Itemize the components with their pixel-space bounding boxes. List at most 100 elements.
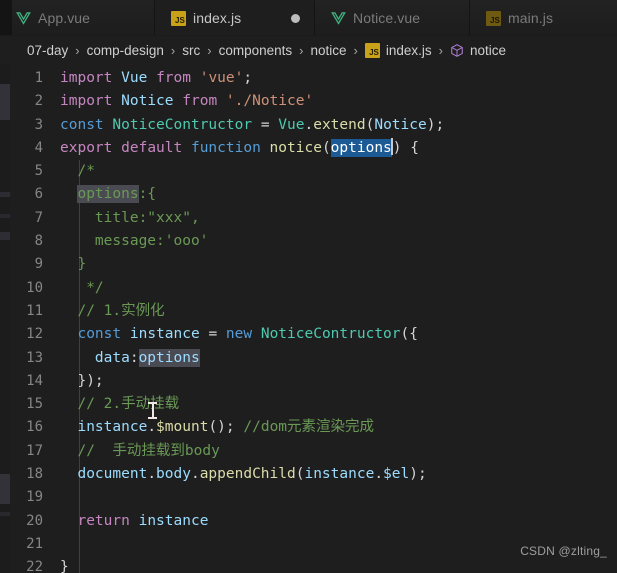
code-line[interactable]: 18 document.body.appendChild(instance.$e… xyxy=(10,463,617,486)
tab-main-js[interactable]: JS main.js xyxy=(470,0,617,35)
breadcrumb-label: notice xyxy=(470,42,507,58)
breadcrumb-label: components xyxy=(218,42,293,58)
token-identifier: instance xyxy=(129,326,200,343)
breadcrumb-item-index-js[interactable]: JS index.js xyxy=(364,42,433,58)
breadcrumb-label: notice xyxy=(310,42,347,58)
code-line[interactable]: 20 return instance xyxy=(10,510,617,533)
breadcrumb-item-07-day[interactable]: 07-day xyxy=(26,43,69,58)
code-line[interactable]: 12 const instance = new NoticeContructor… xyxy=(10,323,617,346)
token-identifier: instance xyxy=(138,512,209,529)
vue-icon xyxy=(16,11,31,26)
token-punct: . xyxy=(374,466,384,483)
tab-modified-dot[interactable] xyxy=(291,13,300,23)
token-operator: = xyxy=(260,116,270,133)
code-line[interactable]: 19 xyxy=(10,486,617,509)
tab-label: App.vue xyxy=(38,10,91,26)
line-number: 7 xyxy=(34,209,43,226)
line-number: 20 xyxy=(26,512,43,529)
line-number: 21 xyxy=(26,535,43,552)
code-line[interactable]: 10 */ xyxy=(10,277,617,300)
tab-app-vue[interactable]: App.vue xyxy=(0,0,155,35)
line-number: 14 xyxy=(26,372,43,389)
code-line[interactable]: 13 data:options xyxy=(10,347,617,370)
selected-text[interactable]: options xyxy=(330,138,392,157)
code-line[interactable]: 5 /* xyxy=(10,160,617,183)
vscode-window: App.vue JS index.js Notice.vue JS main.j… xyxy=(0,0,617,573)
code-line[interactable]: 9 } xyxy=(10,253,617,276)
code-line[interactable]: 3 const NoticeContructor = Vue.extend(No… xyxy=(10,114,617,137)
code-editor[interactable]: 1 import Vue from 'vue'; 2 import Notice… xyxy=(0,64,617,573)
token-identifier: Vue xyxy=(121,70,148,86)
breadcrumb-item-src[interactable]: src xyxy=(181,43,201,58)
tab-notice-vue[interactable]: Notice.vue xyxy=(315,0,470,35)
code-line[interactable]: 11 // 1.实例化 xyxy=(10,300,617,323)
line-number: 3 xyxy=(34,116,43,133)
token-keyword: export xyxy=(60,139,113,156)
token-punct: . xyxy=(147,466,157,483)
code-line[interactable]: 1 import Vue from 'vue'; xyxy=(10,67,617,90)
tab-label: index.js xyxy=(193,10,242,26)
token-class: NoticeContructor xyxy=(260,326,401,343)
token-property: body xyxy=(156,466,191,483)
token-identifier: Notice xyxy=(374,116,427,133)
line-number: 1 xyxy=(34,70,43,86)
cube-icon xyxy=(450,43,464,58)
code-line[interactable]: 16 instance.$mount(); //dom元素渲染完成 xyxy=(10,416,617,439)
tab-label: Notice.vue xyxy=(353,10,421,26)
code-line[interactable]: 14 }); xyxy=(10,370,617,393)
code-line[interactable]: 2 import Notice from './Notice' xyxy=(10,90,617,113)
gutter-artifact xyxy=(0,232,10,240)
token-property: $el xyxy=(383,466,410,483)
breadcrumb-label: index.js xyxy=(385,42,432,58)
token-comment: } xyxy=(77,256,87,273)
breadcrumb-item-notice-symbol[interactable]: notice xyxy=(449,43,507,58)
token-comment: */ xyxy=(86,279,104,296)
token-keyword: import xyxy=(60,93,113,110)
code-line[interactable]: 8 message:'ooo' xyxy=(10,230,617,253)
token-punct: { xyxy=(410,139,419,156)
code-line[interactable]: 17 // 手动挂载到body xyxy=(10,440,617,463)
word-occurrence-highlight[interactable]: options xyxy=(77,185,139,204)
chevron-right-icon: › xyxy=(438,42,443,58)
code-line[interactable]: 6 options:{ xyxy=(10,183,617,206)
code-line[interactable]: 22 } xyxy=(10,556,617,573)
word-occurrence-highlight[interactable]: options xyxy=(138,348,200,367)
token-method: appendChild xyxy=(199,466,296,483)
token-method: extend xyxy=(313,116,366,133)
token-object: Vue xyxy=(278,116,305,133)
gutter-artifact xyxy=(0,474,10,504)
breadcrumb-item-comp-design[interactable]: comp-design xyxy=(86,43,165,58)
line-number: 18 xyxy=(26,466,43,483)
breadcrumb-item-notice-folder[interactable]: notice xyxy=(310,43,348,58)
editor-tab-bar: App.vue JS index.js Notice.vue JS main.j… xyxy=(0,0,617,36)
breadcrumb-label: 07-day xyxy=(27,42,69,58)
token-identifier: Notice xyxy=(121,93,174,110)
line-number: 13 xyxy=(26,349,43,366)
token-identifier: document xyxy=(77,466,148,483)
token-punct: : xyxy=(129,349,139,366)
token-keyword: from xyxy=(156,70,191,86)
code-line[interactable]: 15 // 2.手动挂载 xyxy=(10,393,617,416)
token-comment: /* xyxy=(77,163,95,180)
breadcrumb-item-components[interactable]: components xyxy=(218,43,294,58)
code-line[interactable]: 4 export default function notice(options… xyxy=(10,137,617,160)
tab-index-js[interactable]: JS index.js xyxy=(155,0,315,35)
code-line[interactable]: 7 title:"xxx", xyxy=(10,207,617,230)
token-punct: . xyxy=(190,466,200,483)
code-content[interactable]: 1 import Vue from 'vue'; 2 import Notice… xyxy=(10,64,617,573)
breadcrumb-label: src xyxy=(182,42,201,58)
